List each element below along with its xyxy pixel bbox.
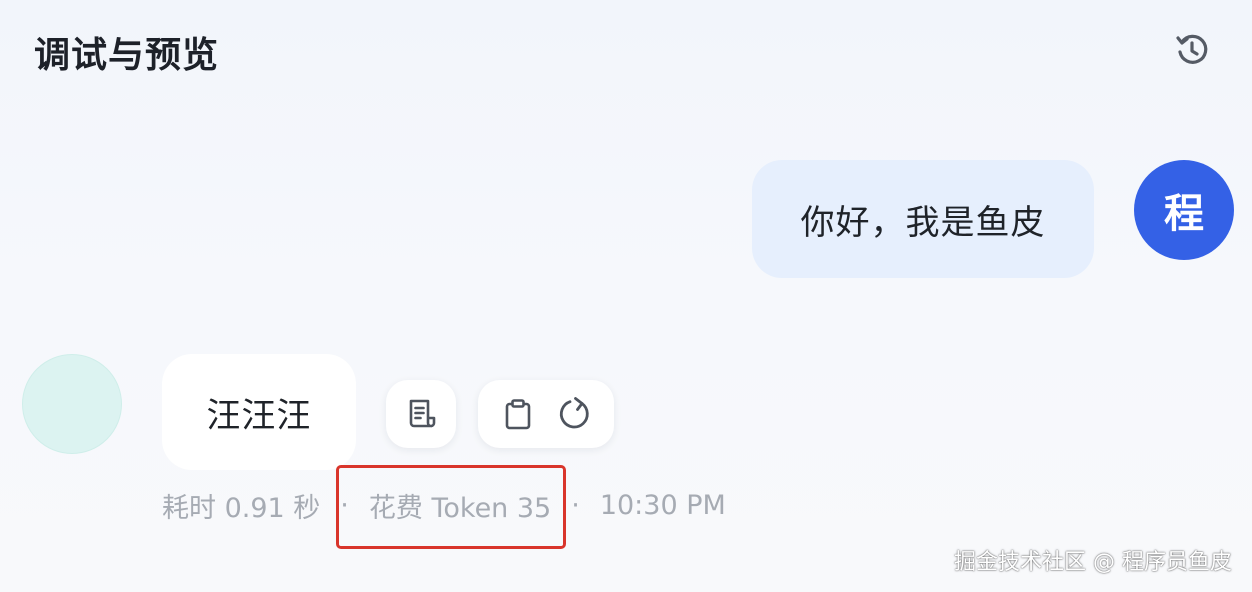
user-message-text: 你好，我是鱼皮: [800, 202, 1046, 243]
bot-message-text: 汪汪汪: [206, 395, 312, 436]
document-icon: [403, 396, 439, 432]
watermark: 掘金技术社区 @ 程序员鱼皮: [954, 550, 1232, 575]
regenerate-button[interactable]: [552, 392, 596, 436]
bot-message-bubble: 汪汪汪: [162, 354, 356, 470]
user-avatar-text: 程: [1164, 191, 1204, 237]
reset-history-icon: [1172, 30, 1212, 70]
clipboard-icon: [500, 396, 536, 432]
refresh-icon: [555, 395, 593, 433]
bot-avatar: [22, 354, 122, 454]
user-avatar: 程: [1134, 160, 1234, 260]
document-button[interactable]: [399, 392, 443, 436]
message-actions-document: [386, 380, 456, 448]
reset-history-button[interactable]: [1170, 28, 1214, 72]
copy-button[interactable]: [496, 392, 540, 436]
meta-separator: ·: [571, 490, 580, 521]
user-message-bubble: 你好，我是鱼皮: [752, 160, 1094, 278]
page-title: 调试与预览: [34, 35, 220, 76]
message-actions-group: [478, 380, 614, 448]
token-highlight-box: [336, 465, 566, 549]
message-time: 10:30 PM: [599, 490, 726, 521]
response-duration: 耗时 0.91 秒: [162, 493, 321, 524]
